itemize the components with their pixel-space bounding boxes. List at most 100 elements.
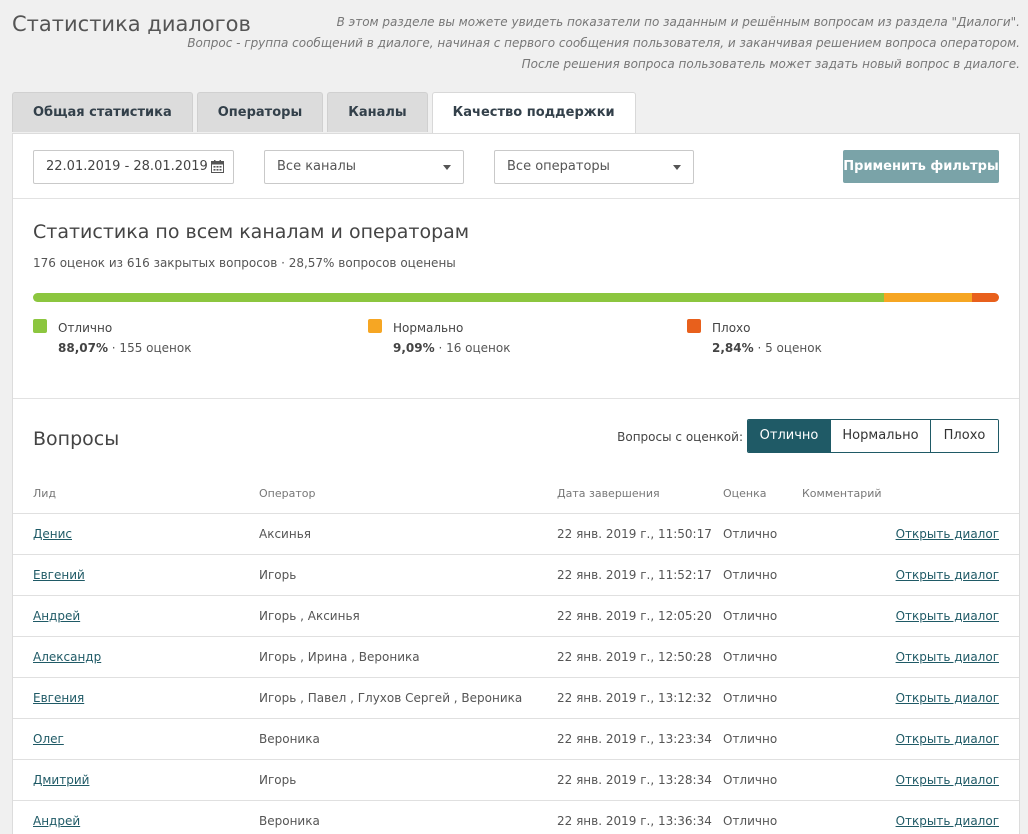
- apply-filters-button[interactable]: Применить фильтры: [843, 150, 999, 183]
- lead-link[interactable]: Андрей: [33, 814, 80, 828]
- date-range-picker[interactable]: 22.01.2019 - 28.01.2019: [33, 150, 234, 184]
- chevron-down-icon: [443, 165, 451, 170]
- operator-cell: Игорь: [259, 759, 557, 801]
- column-header-actions: [881, 475, 1019, 514]
- open-dialog-link[interactable]: Открыть диалог: [896, 650, 999, 664]
- rating-filter-normal-button[interactable]: Нормально: [830, 420, 930, 452]
- date-cell: 22 янв. 2019 г., 11:50:17: [557, 513, 723, 555]
- rating-filter-bad-button[interactable]: Плохо: [930, 420, 998, 452]
- legend-value: 9,09% · 16 оценок: [393, 341, 511, 355]
- rating-filter-label: Вопросы с оценкой:: [617, 430, 743, 444]
- description-line: В этом разделе вы можете увидеть показат…: [336, 15, 1020, 29]
- open-dialog-link[interactable]: Открыть диалог: [896, 773, 999, 787]
- date-cell: 22 янв. 2019 г., 11:52:17: [557, 554, 723, 596]
- operator-cell: Вероника: [259, 718, 557, 760]
- stats-title: Статистика по всем каналам и операторам: [33, 221, 470, 243]
- comment-cell: [802, 554, 882, 596]
- main-panel: 22.01.2019 - 28.01.2019 Все каналы Все о…: [12, 133, 1020, 834]
- open-dialog-link[interactable]: Открыть диалог: [896, 568, 999, 582]
- channels-select-value: Все каналы: [277, 159, 357, 174]
- tab-channels[interactable]: Каналы: [327, 92, 428, 132]
- operator-cell: Игорь: [259, 554, 557, 596]
- lead-link[interactable]: Александр: [33, 650, 101, 664]
- page-description: В этом разделе вы можете увидеть показат…: [187, 12, 1020, 75]
- rating-bar-segment: [33, 293, 884, 302]
- rating-cell: Отлично: [723, 636, 802, 678]
- date-cell: 22 янв. 2019 г., 13:28:34: [557, 759, 723, 801]
- column-header-rating: Оценка: [723, 475, 802, 514]
- operator-cell: Игорь , Ирина , Вероника: [259, 636, 557, 678]
- open-dialog-link[interactable]: Открыть диалог: [896, 732, 999, 746]
- tabs: Общая статистика Операторы Каналы Качест…: [12, 92, 640, 134]
- lead-link[interactable]: Олег: [33, 732, 64, 746]
- column-header-comment: Комментарий: [802, 475, 882, 514]
- legend-count: · 5 оценок: [753, 341, 822, 355]
- description-line: Вопрос - группа сообщений в диалоге, нач…: [187, 36, 1020, 50]
- rating-filter-excellent-button[interactable]: Отлично: [748, 420, 830, 452]
- legend-swatch: [368, 319, 382, 333]
- operator-cell: Аксинья: [259, 513, 557, 555]
- rating-cell: Отлично: [723, 513, 802, 555]
- tab-operators[interactable]: Операторы: [196, 92, 324, 132]
- lead-link[interactable]: Андрей: [33, 609, 80, 623]
- legend-swatch: [33, 319, 47, 333]
- rating-cell: Отлично: [723, 595, 802, 637]
- comment-cell: [802, 677, 882, 719]
- column-header-operator: Оператор: [259, 475, 557, 514]
- column-header-lead: Лид: [13, 475, 259, 514]
- open-dialog-link[interactable]: Открыть диалог: [896, 814, 999, 828]
- questions-table: Лид Оператор Дата завершения Оценка Комм…: [13, 475, 1019, 834]
- rating-filter-group: Отлично Нормально Плохо: [747, 419, 999, 453]
- lead-link[interactable]: Евгения: [33, 691, 84, 705]
- table-row: Андрей Вероника 22 янв. 2019 г., 13:36:34 О…: [13, 800, 1019, 834]
- legend-label: Отлично: [58, 321, 113, 335]
- legend-count: · 155 оценок: [107, 341, 192, 355]
- legend-swatch: [687, 319, 701, 333]
- legend-label: Плохо: [712, 321, 751, 335]
- tab-general[interactable]: Общая статистика: [12, 92, 193, 132]
- comment-cell: [802, 513, 882, 555]
- open-dialog-link[interactable]: Открыть диалог: [896, 527, 999, 541]
- legend-value: 88,07% · 155 оценок: [58, 341, 191, 355]
- table-header-row: Лид Оператор Дата завершения Оценка Комм…: [13, 475, 1019, 514]
- channels-select[interactable]: Все каналы: [264, 150, 464, 184]
- calendar-icon: [211, 160, 224, 173]
- table-row: Александр Игорь , Ирина , Вероника 22 янв.…: [13, 636, 1019, 678]
- date-range-value: 22.01.2019 - 28.01.2019: [46, 159, 208, 174]
- table-row: Евгений Игорь 22 янв. 2019 г., 11:52:17 Отл…: [13, 554, 1019, 596]
- table-row: Андрей Игорь , Аксинья 22 янв. 2019 г., 12…: [13, 595, 1019, 637]
- operator-cell: Вероника: [259, 800, 557, 834]
- comment-cell: [802, 595, 882, 637]
- legend-count: · 16 оценок: [434, 341, 511, 355]
- operator-cell: Игорь , Павел , Глухов Сергей , Вероника: [259, 677, 557, 719]
- lead-link[interactable]: Евгений: [33, 568, 85, 582]
- lead-link[interactable]: Дмитрий: [33, 773, 89, 787]
- rating-cell: Отлично: [723, 759, 802, 801]
- stats-subtitle: 176 оценок из 616 закрытых вопросов · 28…: [33, 256, 456, 270]
- lead-link[interactable]: Денис: [33, 527, 72, 541]
- comment-cell: [802, 800, 882, 834]
- table-row: Дмитрий Игорь 22 янв. 2019 г., 13:28:34 Отл…: [13, 759, 1019, 801]
- comment-cell: [802, 759, 882, 801]
- legend-value: 2,84% · 5 оценок: [712, 341, 822, 355]
- tab-support-quality[interactable]: Качество поддержки: [431, 92, 636, 134]
- comment-cell: [802, 636, 882, 678]
- rating-bar-segment: [883, 293, 972, 302]
- rating-cell: Отлично: [723, 554, 802, 596]
- date-cell: 22 янв. 2019 г., 12:05:20: [557, 595, 723, 637]
- operator-cell: Игорь , Аксинья: [259, 595, 557, 637]
- rating-cell: Отлично: [723, 718, 802, 760]
- stats-section: Статистика по всем каналам и операторам …: [13, 199, 1019, 399]
- date-cell: 22 янв. 2019 г., 13:12:32: [557, 677, 723, 719]
- column-header-date: Дата завершения: [557, 475, 723, 514]
- table-row: Олег Вероника 22 янв. 2019 г., 13:23:34 Отл…: [13, 718, 1019, 760]
- operators-select[interactable]: Все операторы: [494, 150, 694, 184]
- rating-distribution-bar: [33, 293, 999, 302]
- filters-bar: 22.01.2019 - 28.01.2019 Все каналы Все о…: [13, 134, 1019, 199]
- legend-percent: 2,84%: [712, 341, 754, 355]
- operators-select-value: Все операторы: [507, 159, 610, 174]
- open-dialog-link[interactable]: Открыть диалог: [896, 691, 999, 705]
- comment-cell: [802, 718, 882, 760]
- open-dialog-link[interactable]: Открыть диалог: [896, 609, 999, 623]
- description-line: После решения вопроса пользователь может…: [521, 57, 1020, 71]
